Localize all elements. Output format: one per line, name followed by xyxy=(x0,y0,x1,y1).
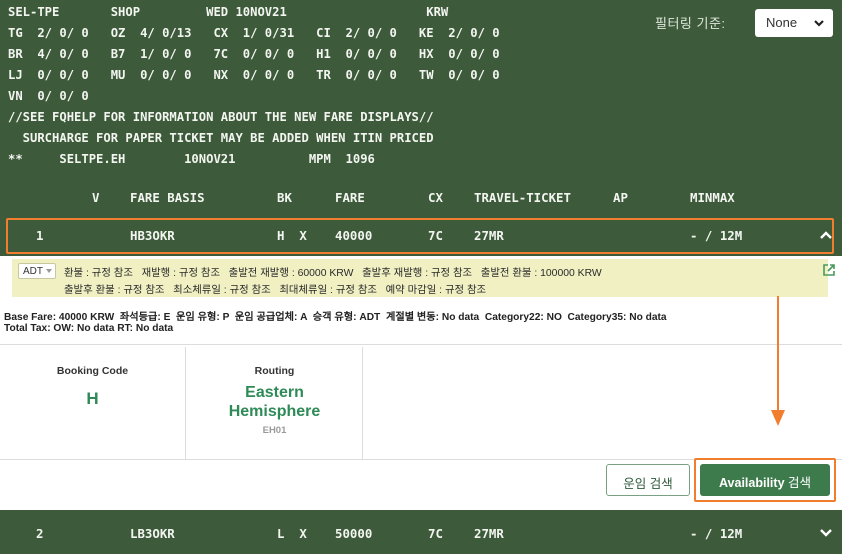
row-number: 2 xyxy=(36,526,44,541)
col-travel-ticket: TRAVEL-TICKET xyxy=(474,190,571,205)
filter-select-value: None xyxy=(766,15,798,30)
routing-card: Routing Eastern Hemisphere EH01 xyxy=(187,347,363,459)
terminal-line: SEL-TPE SHOP WED 10NOV21 KRW xyxy=(8,5,449,19)
col-minmax: MINMAX xyxy=(690,190,735,205)
terminal-line: SURCHARGE FOR PAPER TICKET MAY BE ADDED … xyxy=(8,131,434,145)
terminal-line: LJ 0/ 0/ 0 MU 0/ 0/ 0 NX 0/ 0/ 0 TR 0/ 0… xyxy=(8,68,500,82)
booking-code-value: H xyxy=(86,389,99,408)
fare-info-line: Base Fare: 40000 KRW 좌석등급: E 운임 유형: P 운임… xyxy=(4,312,667,323)
terminal-line: //SEE FQHELP FOR INFORMATION ABOUT THE N… xyxy=(8,110,434,124)
availability-button-label: Availability xyxy=(718,476,785,490)
external-link-icon[interactable] xyxy=(822,263,836,277)
terminal-line: VN 0/ 0/ 0 xyxy=(8,89,89,103)
chevron-down-icon xyxy=(814,20,824,27)
row-travel-ticket: 27MR xyxy=(474,228,504,243)
routing-line: Hemisphere xyxy=(228,403,321,420)
availability-search-button[interactable]: Availability 검색 xyxy=(700,464,830,496)
col-ap: AP xyxy=(613,190,628,205)
routing-value: Eastern Hemisphere xyxy=(187,383,362,421)
row-number: 1 xyxy=(36,228,44,243)
pax-type-select[interactable]: ADT xyxy=(18,263,56,279)
annotation-arrow-icon xyxy=(771,296,785,426)
fare-row-1[interactable]: 1 HB3OKR H X 40000 7C 27MR - / 12M xyxy=(0,214,842,256)
col-bk: BK xyxy=(277,190,292,205)
total-tax-line: Total Tax: OW: No data RT: No data xyxy=(4,323,174,334)
fare-rules-line: 출발후 환불 : 규정 참조 최소체류일 : 규정 참조 최대체류일 : 규정 … xyxy=(64,285,487,296)
fare-table-header: V FARE BASIS BK FARE CX TRAVEL-TICKET AP… xyxy=(0,180,842,214)
row-fare-basis: HB3OKR xyxy=(130,228,175,243)
fare-rules-line: 환불 : 규정 참조 재발행 : 규정 참조 출발전 재발행 : 60000 K… xyxy=(64,268,602,279)
booking-code-label: Booking Code xyxy=(56,365,129,377)
col-fare: FARE xyxy=(335,190,365,205)
routing-label: Routing xyxy=(254,365,295,377)
row-bk: H X xyxy=(277,228,307,243)
chevron-down-icon[interactable] xyxy=(819,526,833,540)
terminal-output: SEL-TPE SHOP WED 10NOV21 KRW TG 2/ 0/ 0 … xyxy=(0,0,842,180)
filter-select[interactable]: None xyxy=(755,9,833,37)
row-fare: 50000 xyxy=(335,526,373,541)
col-v: V xyxy=(92,190,100,205)
fare-rules-box: ADT 환불 : 규정 참조 재발행 : 규정 참조 출발전 재발행 : 600… xyxy=(12,259,835,297)
divider xyxy=(0,344,842,345)
row-fare: 40000 xyxy=(335,228,373,243)
row-minmax: - / 12M xyxy=(690,526,743,541)
booking-code-card: Booking Code H xyxy=(0,347,186,459)
availability-button-suffix: 검색 xyxy=(784,476,812,490)
row-minmax: - / 12M xyxy=(690,228,743,243)
fare-detail-panel: ADT 환불 : 규정 참조 재발행 : 규정 참조 출발전 재발행 : 600… xyxy=(0,256,842,510)
row-cx: 7C xyxy=(428,228,443,243)
row-bk: L X xyxy=(277,526,307,541)
col-cx: CX xyxy=(428,190,443,205)
col-fare-basis: FARE BASIS xyxy=(130,190,205,205)
routing-code: EH01 xyxy=(262,425,287,436)
row-fare-basis: LB3OKR xyxy=(130,526,175,541)
routing-line: Eastern xyxy=(245,384,304,401)
row-cx: 7C xyxy=(428,526,443,541)
fare-search-button[interactable]: 운임 검색 xyxy=(606,464,690,496)
chevron-up-icon[interactable] xyxy=(819,228,833,242)
filter-label: 필터링 기준: xyxy=(655,16,726,31)
row-travel-ticket: 27MR xyxy=(474,526,504,541)
terminal-line: BR 4/ 0/ 0 B7 1/ 0/ 0 7C 0/ 0/ 0 H1 0/ 0… xyxy=(8,47,500,61)
terminal-line: TG 2/ 0/ 0 OZ 4/ 0/13 CX 1/ 0/31 CI 2/ 0… xyxy=(8,26,500,40)
fare-row-2[interactable]: 2 LB3OKR L X 50000 7C 27MR - / 12M xyxy=(0,510,842,554)
caret-down-icon xyxy=(46,269,52,273)
terminal-line: ** SELTPE.EH 10NOV21 MPM 1096 xyxy=(8,152,375,166)
pax-type-value: ADT xyxy=(23,266,43,277)
